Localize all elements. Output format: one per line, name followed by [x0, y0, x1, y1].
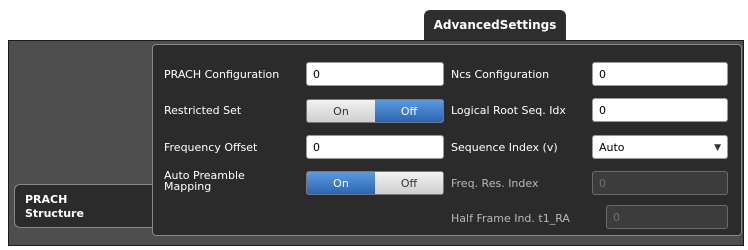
freq-res-index-label: Freq. Res. Index — [451, 177, 539, 190]
ncs-configuration-field[interactable]: 0 — [592, 62, 728, 86]
sequence-index-value: Auto — [599, 140, 625, 154]
freq-res-index-field: 0 — [592, 171, 728, 195]
restricted-set-toggle[interactable]: On Off — [306, 99, 444, 123]
ncs-configuration-label: Ncs Configuration — [451, 68, 550, 81]
auto-preamble-mapping-on-option[interactable]: On — [307, 172, 375, 194]
logical-root-seq-idx-label: Logical Root Seq. Idx — [451, 104, 566, 117]
chevron-down-icon[interactable]: ▼ — [714, 143, 721, 153]
frequency-offset-label: Frequency Offset — [164, 141, 258, 154]
prach-configuration-field[interactable]: 0 — [306, 62, 444, 86]
sequence-index-select[interactable]: Auto ▼ — [592, 135, 728, 159]
tab-prach-structure-line1: PRACH — [25, 193, 68, 206]
logical-root-seq-idx-field[interactable]: 0 — [592, 98, 728, 122]
auto-preamble-mapping-toggle[interactable]: On Off — [306, 171, 444, 195]
tab-advanced-settings[interactable]: AdvancedSettings — [424, 10, 566, 40]
auto-preamble-mapping-label: Auto Preamble Mapping — [164, 170, 245, 192]
half-frame-ind-field: 0 — [606, 205, 728, 229]
restricted-set-on-option[interactable]: On — [307, 100, 375, 122]
tab-prach-structure-line2: Structure — [25, 207, 84, 220]
sequence-index-label: Sequence Index (v) — [451, 141, 558, 154]
half-frame-ind-label: Half Frame Ind. t1_RA — [451, 212, 570, 225]
restricted-set-label: Restricted Set — [164, 104, 242, 117]
auto-preamble-mapping-label-line2: Mapping — [164, 180, 212, 193]
restricted-set-off-option[interactable]: Off — [375, 100, 443, 122]
tab-prach-structure[interactable]: PRACH Structure — [14, 184, 154, 228]
auto-preamble-mapping-off-option[interactable]: Off — [375, 172, 443, 194]
prach-configuration-label: PRACH Configuration — [164, 68, 280, 81]
frequency-offset-field[interactable]: 0 — [306, 135, 444, 159]
